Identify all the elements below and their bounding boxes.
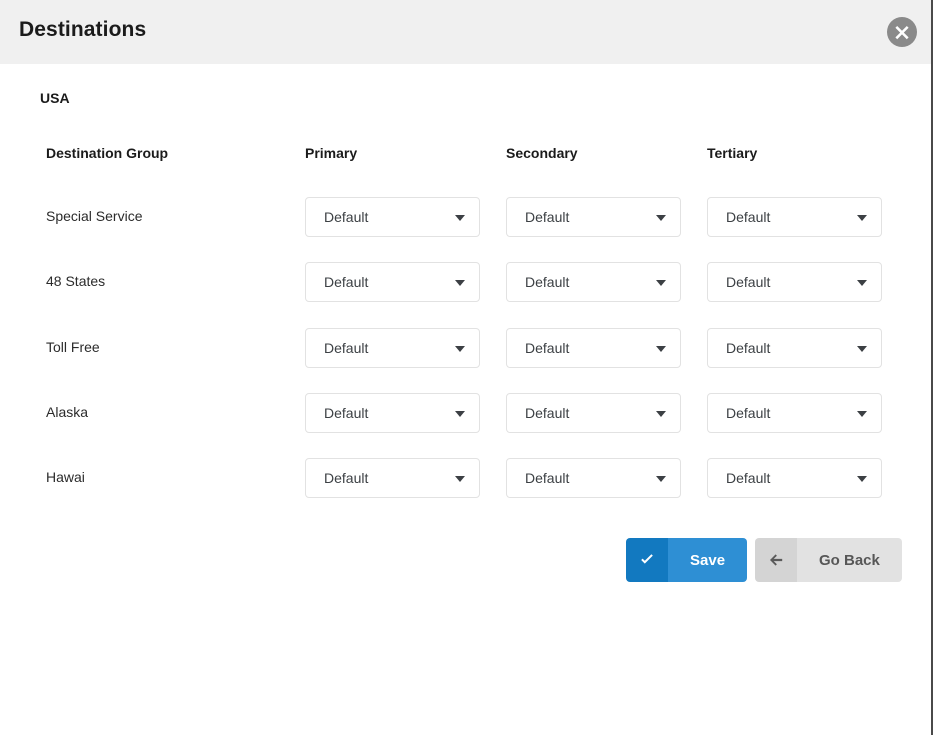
column-header-primary: Primary xyxy=(305,145,358,161)
select-primary[interactable]: Default xyxy=(305,393,480,433)
row-label-destination-group: Alaska xyxy=(46,404,89,420)
chevron-down-icon xyxy=(455,411,465,417)
page-title: Destinations xyxy=(19,18,147,41)
select-tertiary[interactable]: Default xyxy=(707,197,882,237)
select-primary[interactable]: Default xyxy=(305,458,480,498)
table-row: Hawai Default Default Default xyxy=(0,453,931,518)
table-row: Alaska Default Default Default xyxy=(0,388,931,453)
column-header-destination-group: Destination Group xyxy=(46,145,169,161)
select-secondary-value: Default xyxy=(525,470,570,486)
chevron-down-icon xyxy=(857,280,867,286)
select-secondary[interactable]: Default xyxy=(506,458,681,498)
go-back-button-label: Go Back xyxy=(797,538,902,582)
select-primary[interactable]: Default xyxy=(305,262,480,302)
go-back-button[interactable]: Go Back xyxy=(755,538,902,582)
select-tertiary[interactable]: Default xyxy=(707,458,882,498)
chevron-down-icon xyxy=(455,346,465,352)
select-primary-value: Default xyxy=(324,405,369,421)
select-secondary[interactable]: Default xyxy=(506,393,681,433)
select-primary-value: Default xyxy=(324,470,369,486)
chevron-down-icon xyxy=(857,215,867,221)
close-icon[interactable] xyxy=(887,17,917,47)
table-row: Special Service Default Default Default xyxy=(0,192,931,257)
select-tertiary-value: Default xyxy=(726,340,771,356)
select-primary[interactable]: Default xyxy=(305,197,480,237)
select-tertiary-value: Default xyxy=(726,209,771,225)
select-secondary[interactable]: Default xyxy=(506,328,681,368)
select-primary[interactable]: Default xyxy=(305,328,480,368)
select-secondary[interactable]: Default xyxy=(506,262,681,302)
chevron-down-icon xyxy=(656,346,666,352)
save-button[interactable]: Save xyxy=(626,538,748,582)
modal-body: USA Destination Group Primary Secondary … xyxy=(0,64,931,735)
chevron-down-icon xyxy=(656,476,666,482)
arrow-left-icon xyxy=(755,538,797,582)
country-label: USA xyxy=(40,90,70,106)
modal-header: Destinations xyxy=(0,0,931,64)
row-label-destination-group: Hawai xyxy=(46,469,85,485)
select-tertiary[interactable]: Default xyxy=(707,262,882,302)
select-tertiary[interactable]: Default xyxy=(707,393,882,433)
table-row: Toll Free Default Default Default xyxy=(0,323,931,388)
select-tertiary-value: Default xyxy=(726,470,771,486)
column-header-tertiary: Tertiary xyxy=(707,145,758,161)
chevron-down-icon xyxy=(857,476,867,482)
chevron-down-icon xyxy=(656,280,666,286)
select-primary-value: Default xyxy=(324,340,369,356)
chevron-down-icon xyxy=(455,476,465,482)
row-label-destination-group: Special Service xyxy=(46,208,143,224)
select-tertiary-value: Default xyxy=(726,274,771,290)
chevron-down-icon xyxy=(857,346,867,352)
table-row: 48 States Default Default Default xyxy=(0,257,931,322)
action-bar: Save Go Back xyxy=(0,538,931,584)
chevron-down-icon xyxy=(455,215,465,221)
select-tertiary-value: Default xyxy=(726,405,771,421)
chevron-down-icon xyxy=(656,411,666,417)
select-primary-value: Default xyxy=(324,274,369,290)
table-header-row: Destination Group Primary Secondary Tert… xyxy=(0,145,931,169)
save-button-label: Save xyxy=(668,538,748,582)
column-header-secondary: Secondary xyxy=(506,145,578,161)
chevron-down-icon xyxy=(857,411,867,417)
select-tertiary[interactable]: Default xyxy=(707,328,882,368)
select-secondary[interactable]: Default xyxy=(506,197,681,237)
select-primary-value: Default xyxy=(324,209,369,225)
check-icon xyxy=(626,538,668,582)
chevron-down-icon xyxy=(656,215,666,221)
destinations-modal-window: Destinations USA Destination Group Prima… xyxy=(0,0,933,735)
row-label-destination-group: 48 States xyxy=(46,273,106,289)
select-secondary-value: Default xyxy=(525,209,570,225)
row-label-destination-group: Toll Free xyxy=(46,339,100,355)
chevron-down-icon xyxy=(455,280,465,286)
select-secondary-value: Default xyxy=(525,340,570,356)
select-secondary-value: Default xyxy=(525,274,570,290)
select-secondary-value: Default xyxy=(525,405,570,421)
